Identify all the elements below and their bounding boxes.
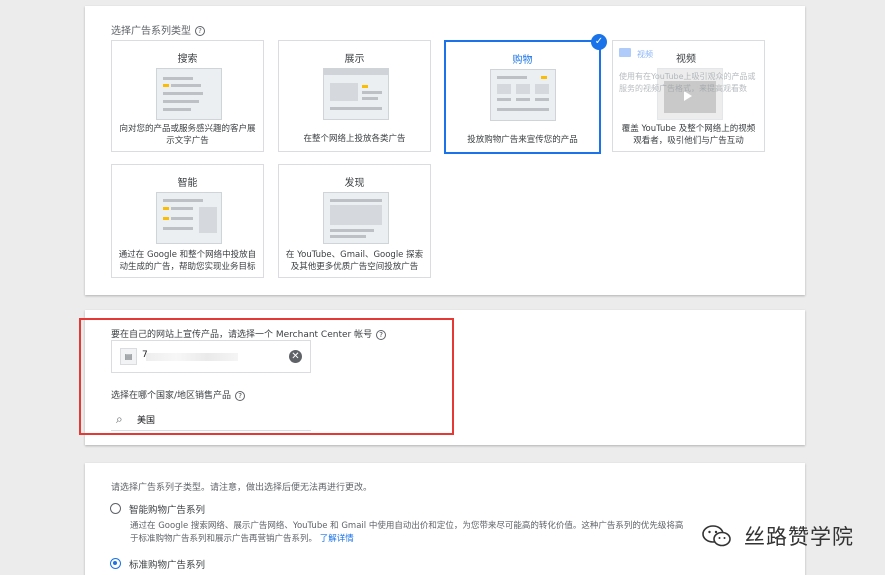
- discovery-illustration: [323, 192, 389, 244]
- option-label-standard-shopping: 标准购物广告系列: [129, 560, 206, 571]
- account-id-redacted: [146, 353, 238, 361]
- clear-icon[interactable]: ✕: [289, 350, 302, 363]
- video-chip-icon: [619, 48, 631, 57]
- tile-title: 智能: [177, 178, 198, 189]
- campaign-tile-smart[interactable]: 智能 通过在 Google 和整个网络中投放自动生成的广告，帮助您实现业务目标: [111, 164, 264, 278]
- option-label-smart-shopping: 智能购物广告系列: [129, 505, 206, 516]
- help-icon[interactable]: ?: [376, 329, 387, 340]
- campaign-tile-search[interactable]: 搜索 向对您的产品或服务感兴趣的客户展示文字广告: [111, 40, 264, 152]
- radio-standard-shopping[interactable]: [110, 558, 121, 569]
- campaign-type-label: 选择广告系列类型?: [111, 22, 205, 37]
- option-desc: 通过在 Google 搜索网络、展示广告网络、YouTube 和 Gmail 中…: [130, 521, 684, 544]
- tile-desc: 覆盖 YouTube 及整个网络上的视频观看者，吸引他们与广告互动: [621, 124, 756, 146]
- campaign-tile-shopping[interactable]: ✓ 购物 投放购物广告来宣传您的产品: [444, 34, 607, 154]
- display-illustration: [323, 68, 389, 120]
- tile-desc: 向对您的产品或服务感兴趣的客户展示文字广告: [119, 124, 256, 146]
- tile-title: 搜索: [177, 54, 198, 65]
- tile-title: 发现: [344, 178, 365, 189]
- campaign-tile-video[interactable]: 视频 视频 使用有在YouTube上吸引观众的产品或服务的视频广告格式，来提高观…: [612, 40, 765, 152]
- campaign-tile-discovery[interactable]: 发现 在 YouTube、Gmail、Google 探索及其他更多优质广告空间投…: [278, 164, 431, 278]
- country-value: 美国: [137, 416, 156, 426]
- tile-title: 展示: [344, 54, 365, 65]
- smart-illustration: [156, 192, 222, 244]
- tile-desc: 在 YouTube、Gmail、Google 探索及其他更多优质广告空间投放广告: [285, 250, 424, 272]
- country-search-input[interactable]: ⌕ 美国: [111, 410, 311, 431]
- merchant-account-select[interactable]: ▤ 7 ✕: [111, 340, 311, 373]
- learn-more-link[interactable]: 了解详情: [320, 534, 354, 544]
- tile-desc: 在整个网络上投放各类广告: [303, 134, 406, 144]
- tile-title: 购物: [512, 55, 533, 66]
- store-icon: ▤: [120, 348, 137, 365]
- subtype-label: 请选择广告系列子类型。请注意，做出选择后便无法再进行更改。: [111, 483, 373, 493]
- video-overlay-text: 使用有在YouTube上吸引观众的产品或服务的视频广告格式，来提高观看数: [619, 72, 756, 93]
- help-icon[interactable]: ?: [235, 390, 246, 401]
- shopping-illustration: [490, 69, 556, 121]
- tile-desc: 投放购物广告来宣传您的产品: [467, 135, 578, 145]
- radio-smart-shopping[interactable]: [110, 503, 121, 514]
- search-illustration: [156, 68, 222, 120]
- wechat-icon: [702, 525, 732, 547]
- tile-desc: 通过在 Google 和整个网络中投放自动生成的广告，帮助您实现业务目标: [118, 250, 257, 272]
- campaign-tile-display[interactable]: 展示 在整个网络上投放各类广告: [278, 40, 431, 152]
- checkmark-icon: ✓: [591, 34, 607, 50]
- country-label: 选择在哪个国家/地区销售产品?: [111, 388, 246, 401]
- tile-title: 视频: [676, 54, 696, 65]
- help-icon[interactable]: ?: [195, 26, 205, 36]
- video-chip-label: 视频: [637, 50, 653, 59]
- search-icon: ⌕: [116, 412, 123, 426]
- merchant-account-label: 要在自己的网站上宣传产品，请选择一个 Merchant Center 帐号?: [111, 327, 387, 340]
- watermark: 丝路赞学院: [702, 521, 854, 551]
- watermark-text: 丝路赞学院: [744, 525, 854, 549]
